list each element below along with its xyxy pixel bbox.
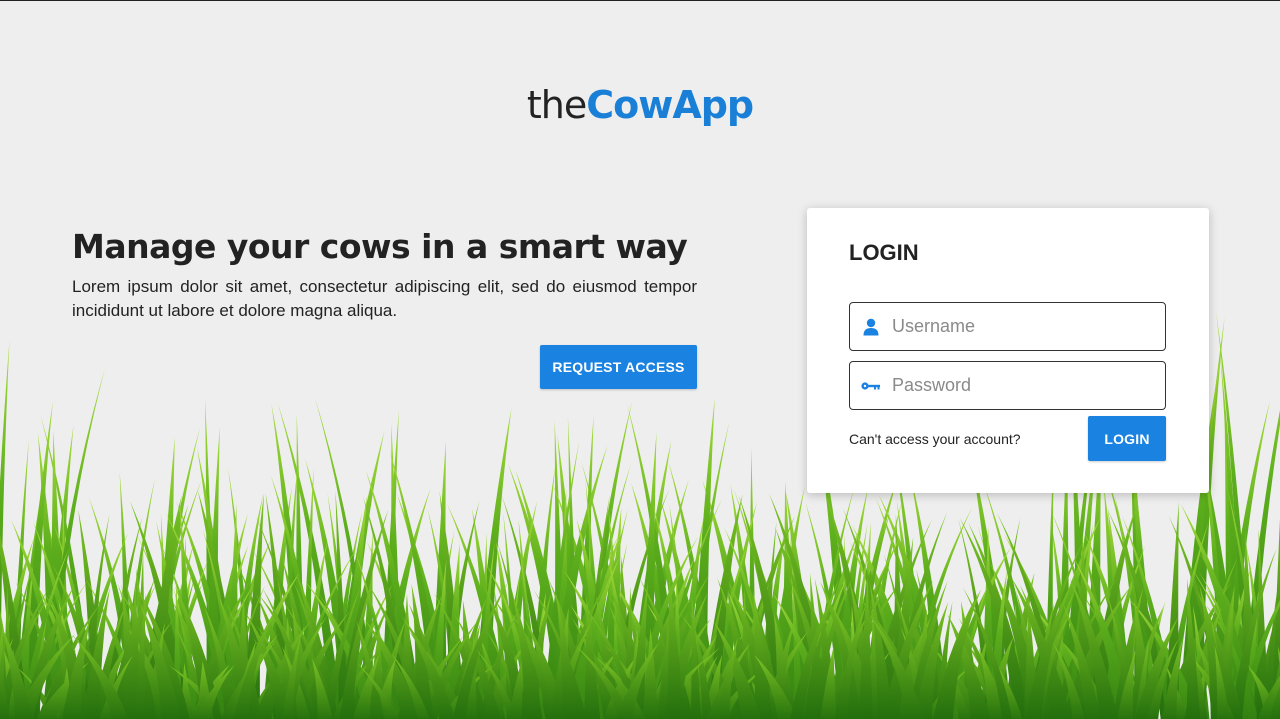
logo-prefix: the <box>526 83 587 127</box>
login-title: LOGIN <box>849 240 919 265</box>
password-field[interactable] <box>849 361 1166 410</box>
user-icon <box>850 318 892 336</box>
cant-access-link[interactable]: Can't access your account? <box>849 431 1021 447</box>
app-logo: theCowApp <box>0 83 1280 127</box>
hero-section: Manage your cows in a smart way Lorem ip… <box>72 225 697 323</box>
password-input[interactable] <box>892 375 1152 396</box>
hero-description: Lorem ipsum dolor sit amet, consectetur … <box>72 277 697 320</box>
hero-heading: Manage your cows in a smart way <box>72 227 688 266</box>
request-access-button[interactable]: REQUEST ACCESS <box>540 345 697 389</box>
logo-brand: CowApp <box>586 83 754 127</box>
login-card: LOGIN Can't access your account? LOGIN <box>807 208 1209 493</box>
key-icon <box>850 381 892 391</box>
username-input[interactable] <box>892 316 1152 337</box>
login-button[interactable]: LOGIN <box>1088 416 1166 461</box>
username-field[interactable] <box>849 302 1166 351</box>
